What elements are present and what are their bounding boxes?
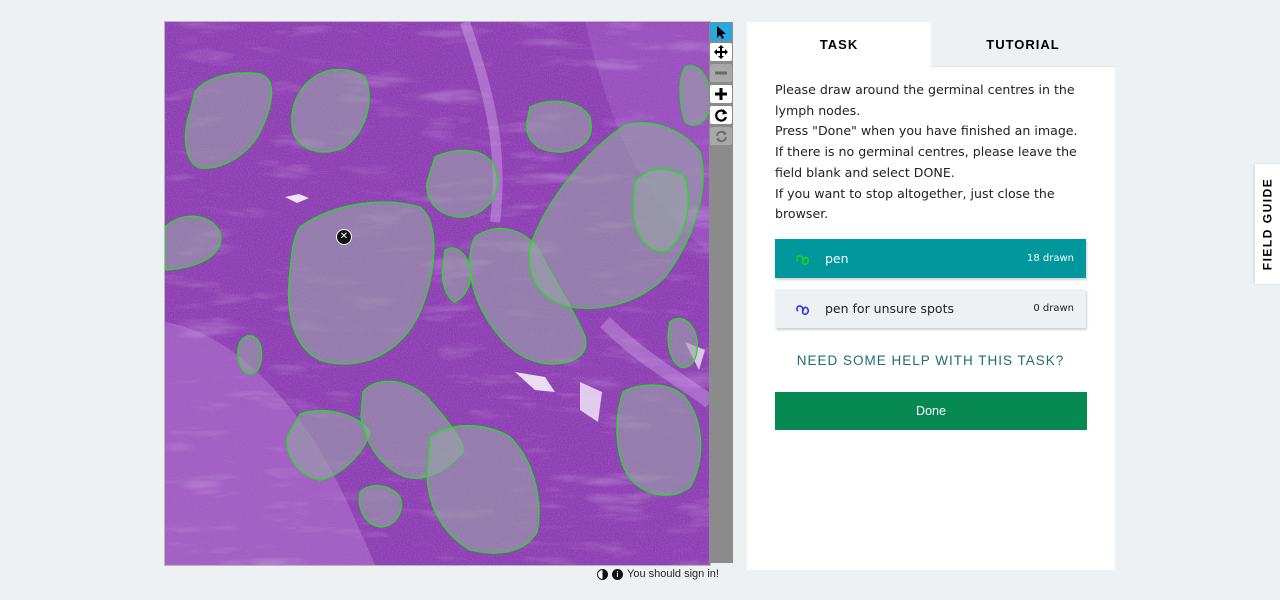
tab-task[interactable]: TASK	[747, 22, 931, 67]
mark-outline	[526, 100, 592, 153]
done-button[interactable]: Done	[775, 392, 1087, 430]
tab-tutorial[interactable]: TUTORIAL	[931, 22, 1115, 67]
need-help-link[interactable]: NEED SOME HELP WITH THIS TASK?	[775, 353, 1086, 368]
unsure-pen-tool-label: pen for unsure spots	[825, 301, 954, 316]
subject-image-viewer[interactable]: ✕	[164, 21, 711, 566]
pen-squiggle-icon	[796, 254, 810, 265]
minus-icon	[715, 71, 727, 75]
task-instructions: Please draw around the germinal centres …	[775, 80, 1095, 225]
signin-text[interactable]: You should sign in!	[627, 568, 719, 580]
task-panel: TASK TUTORIAL Please draw around the ger…	[747, 22, 1115, 570]
instruction-line: If there is no germinal centres, please …	[775, 144, 1077, 180]
info-icon[interactable]: i	[612, 568, 623, 580]
plus-icon	[715, 88, 727, 100]
instruction-line: If you want to stop altogether, just clo…	[775, 185, 1055, 222]
signin-notice: i You should sign in!	[597, 566, 719, 582]
pen-tool-option[interactable]: pen 18 drawn	[775, 239, 1086, 278]
rotate-button[interactable]	[710, 106, 732, 124]
reset-view-button[interactable]	[710, 127, 732, 145]
pen-squiggle-icon	[796, 304, 810, 315]
refresh-icon	[715, 130, 727, 142]
contrast-icon[interactable]	[597, 568, 608, 580]
zoom-in-button[interactable]	[710, 85, 732, 103]
mark-outline	[616, 384, 702, 496]
histology-image[interactable]	[165, 22, 710, 565]
cursor-icon	[717, 25, 726, 39]
delete-mark-icon[interactable]: ✕	[336, 229, 352, 245]
panel-tabs: TASK TUTORIAL	[747, 22, 1115, 67]
mark-outline	[237, 335, 263, 375]
unsure-pen-tool-option[interactable]: pen for unsure spots 0 drawn	[775, 289, 1086, 328]
instruction-line: Press "Done" when you have finished an i…	[775, 123, 1078, 139]
instruction-line: Please draw around the germinal centres …	[775, 82, 1075, 118]
move-icon	[714, 45, 728, 59]
field-guide-tab[interactable]: FIELD GUIDE	[1255, 164, 1280, 284]
zoom-out-button[interactable]	[710, 64, 732, 82]
pan-tool-button[interactable]	[710, 43, 732, 61]
rotate-icon	[714, 108, 727, 122]
mark-outline	[426, 149, 499, 218]
pen-tool-label: pen	[825, 251, 849, 266]
unsure-pen-tool-count: 0 drawn	[1033, 303, 1074, 314]
pointer-tool-button[interactable]	[710, 23, 732, 41]
field-guide-label: FIELD GUIDE	[1260, 177, 1275, 271]
pen-tool-count: 18 drawn	[1026, 253, 1074, 264]
viewer-toolbar	[709, 22, 733, 563]
